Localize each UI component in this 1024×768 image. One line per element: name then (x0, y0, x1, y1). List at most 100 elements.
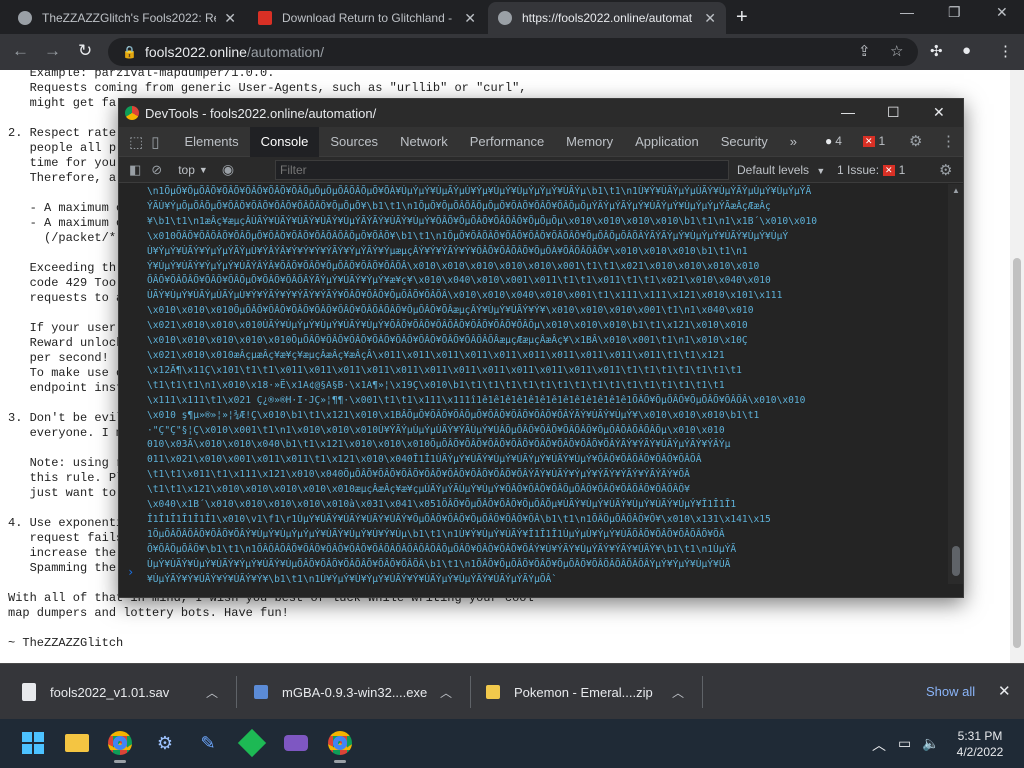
settings-gear-icon[interactable]: ⚙ (909, 132, 922, 150)
console-scrollbar[interactable]: ▲ (948, 184, 963, 584)
restore-icon[interactable]: ❐ (948, 4, 961, 21)
eye-icon[interactable]: ◉ (222, 161, 234, 178)
browser-toolbar: ← → ↻ 🔒 fools2022.online /automation/ ⇪ … (0, 34, 1024, 70)
chrome-icon (108, 731, 132, 755)
device-toolbar-icon[interactable]: ▯ (151, 133, 159, 151)
console-output-line: \x111\x111\t1\x021 Ç¿®»®H·I·JÇ»¦¶¶·\x001… (147, 394, 806, 406)
inspect-element-icon[interactable]: ⬚ (129, 133, 143, 151)
network-icon[interactable]: ▭ (898, 735, 911, 752)
divider (702, 676, 703, 708)
tab-fools2022-ref[interactable]: TheZZAZZGlitch's Fools2022: Ref ✕ (8, 2, 246, 34)
page-scrollbar-thumb[interactable] (1013, 258, 1021, 648)
page-text-line: ~ TheZZAZZGlitch (8, 636, 124, 650)
taskbar-file-explorer[interactable] (62, 728, 92, 758)
default-levels-dropdown[interactable]: Default levels ▼ (737, 163, 825, 177)
taskbar-app-purple[interactable] (281, 728, 311, 758)
issues-label: 1 Issue: (837, 163, 880, 177)
console-output-line: \x040\x1B´\x010\x010\x010\x010\x010à\x03… (147, 499, 737, 511)
chevron-down-icon: ▼ (816, 166, 826, 176)
chevron-down-icon[interactable]: ▼ (199, 165, 208, 175)
share-icon[interactable]: ⇪ (858, 42, 871, 60)
extensions-icon[interactable]: ✣ (930, 42, 943, 60)
tab-application[interactable]: Application (624, 127, 710, 157)
console-output-line: \x010\x010\x010ÕµÕÂÕ¥ÕÂÕ¥ÕÂÕ¥ÕÂÕ¥ÕÂÕ¥ÕÂÕ… (147, 305, 754, 317)
download-filename: mGBA-0.9.3-win32....exe (282, 684, 428, 700)
devtools-titlebar[interactable]: DevTools - fools2022.online/automation/ … (119, 99, 963, 127)
chevron-up-icon[interactable]: ︿ (672, 684, 684, 701)
devtools-maximize-icon[interactable]: ☐ (887, 104, 900, 121)
devtools-menu-icon[interactable]: ⋮ (941, 132, 956, 150)
window-close-icon[interactable]: ✕ (996, 4, 1008, 21)
volume-icon[interactable]: 🔈 (922, 735, 939, 752)
tab-console[interactable]: Console (249, 126, 320, 157)
page-scrollbar[interactable] (1010, 70, 1024, 663)
console-output[interactable]: \n1ÕµÕ¥ÕµÕÂÕ¥ÕÂÕ¥ÕÂÕ¥ÕÂÕ¥ÕÂÕµÕµÕµÕÂÕÂÕµÕ… (119, 184, 949, 584)
close-shelf-icon[interactable]: ✕ (998, 682, 1011, 700)
tray-overflow-icon[interactable]: ︿ (872, 735, 886, 755)
chevron-up-icon[interactable]: ︿ (440, 684, 452, 701)
address-bar[interactable]: 🔒 fools2022.online /automation/ ⇪ ☆ (108, 38, 918, 66)
download-filename: Pokemon - Emeral....zip (514, 684, 653, 700)
console-output-line: \t1\t1\x011\t1\x111\x121\x010\x040ÕµÕÂÕ¥… (147, 469, 690, 481)
console-output-line: Ù¥ÝµÝ¥ÙÃÝ¥ÝµÝµÝÃÝµÙ¥ÝÂÝÂ¥Ý¥Ý¥Ý¥ÝÃÝ¥ÝµÝÃÝ… (147, 245, 748, 257)
console-settings-gear-icon[interactable]: ⚙ (939, 161, 952, 179)
tab-security[interactable]: Security (710, 127, 779, 157)
devtools-title: DevTools - fools2022.online/automation/ (145, 105, 377, 121)
tab-memory[interactable]: Memory (555, 127, 624, 157)
scroll-up-arrow-icon[interactable]: ▲ (952, 186, 960, 195)
profile-icon[interactable]: ● (962, 42, 971, 59)
show-all-button[interactable]: Show all (926, 684, 975, 699)
clear-console-icon[interactable]: ⊘ (151, 162, 162, 178)
warnings-count: 4 (835, 134, 842, 148)
taskbar-app-tools[interactable]: ⚙ (150, 728, 180, 758)
start-button[interactable] (18, 728, 48, 758)
bookmark-star-icon[interactable]: ☆ (890, 42, 903, 60)
clock[interactable]: 5:31 PM 4/2/2022 (950, 728, 1010, 760)
issues-count: 1 (898, 163, 906, 177)
taskbar-chrome-2[interactable] (325, 728, 355, 763)
console-scrollbar-thumb[interactable] (952, 546, 960, 576)
tab-title: https://fools2022.online/automat (522, 11, 693, 25)
taskbar-chrome[interactable] (105, 728, 135, 763)
zip-icon (486, 685, 500, 699)
download-item-exe[interactable]: mGBA-0.9.3-win32....exe ︿ (254, 664, 466, 720)
lock-icon[interactable]: 🔒 (122, 45, 137, 59)
chevron-up-icon[interactable]: ︿ (206, 684, 218, 701)
close-tab-icon[interactable]: ✕ (464, 10, 476, 27)
context-selector[interactable]: top (178, 163, 195, 177)
errors-badge[interactable]: ✕ 1 (863, 134, 885, 148)
back-icon[interactable]: ← (12, 41, 29, 61)
tab-elements[interactable]: Elements (173, 127, 249, 157)
new-tab-icon[interactable]: + (736, 6, 748, 29)
issues-button[interactable]: 1 Issue: ✕ 1 (837, 163, 905, 177)
more-tabs-button[interactable]: » (779, 127, 808, 157)
download-item-sav[interactable]: fools2022_v1.01.sav ︿ (22, 664, 232, 720)
taskbar-app-green[interactable] (237, 728, 267, 758)
close-tab-icon[interactable]: ✕ (704, 10, 716, 27)
filter-input[interactable] (275, 160, 729, 180)
divider (236, 676, 237, 708)
console-prompt[interactable]: › (127, 565, 134, 580)
devtools-minimize-icon[interactable]: — (841, 104, 855, 120)
tab-network[interactable]: Network (389, 127, 459, 157)
console-output-line: ÝÃÙ¥ÝµÕµÕÂÕµÕ¥ÕÂÕ¥ÕÂÕ¥ÕÂÕ¥ÕÂÕÂÕ¥ÕµÕµÕ¥\b… (147, 200, 771, 212)
warnings-badge[interactable]: ● 4 (825, 134, 842, 148)
minimize-icon[interactable]: — (900, 4, 914, 20)
tools-icon: ⚙ (156, 732, 174, 753)
forward-icon[interactable]: → (44, 41, 61, 61)
menu-kebab-icon[interactable]: ⋮ (998, 42, 1013, 60)
tab-automation[interactable]: https://fools2022.online/automat ✕ (488, 2, 726, 34)
devtools-close-icon[interactable]: ✕ (933, 104, 945, 121)
page-text-line: Example: parzival-mapdumper/1.0.0. (8, 70, 275, 80)
console-output-line: \x021\x010\x010æÂçµæÂç¥æ¥ç¥æµçÂæÂç¥æÂçÂ\… (147, 349, 725, 361)
taskbar-app-pen[interactable]: ✎ (193, 728, 223, 758)
tab-sources[interactable]: Sources (319, 127, 389, 157)
tab-performance[interactable]: Performance (459, 127, 555, 157)
close-tab-icon[interactable]: ✕ (224, 10, 236, 27)
sidebar-toggle-icon[interactable]: ◧ (129, 162, 141, 178)
errors-count: 1 (878, 134, 886, 148)
tab-download-glitchland[interactable]: Download Return to Glitchland - ✕ (248, 2, 486, 34)
reload-icon[interactable]: ↻ (78, 41, 92, 61)
console-output-line: Ý¥ÙµÝ¥ÙÃÝ¥ÝµÝµÝ¥ÙÃÝÂÝÂ¥ÕÂÕ¥ÕÂÕ¥ÕµÕÂÕ¥ÕÂÕ… (147, 260, 760, 272)
download-item-zip[interactable]: Pokemon - Emeral....zip ︿ (486, 664, 698, 720)
